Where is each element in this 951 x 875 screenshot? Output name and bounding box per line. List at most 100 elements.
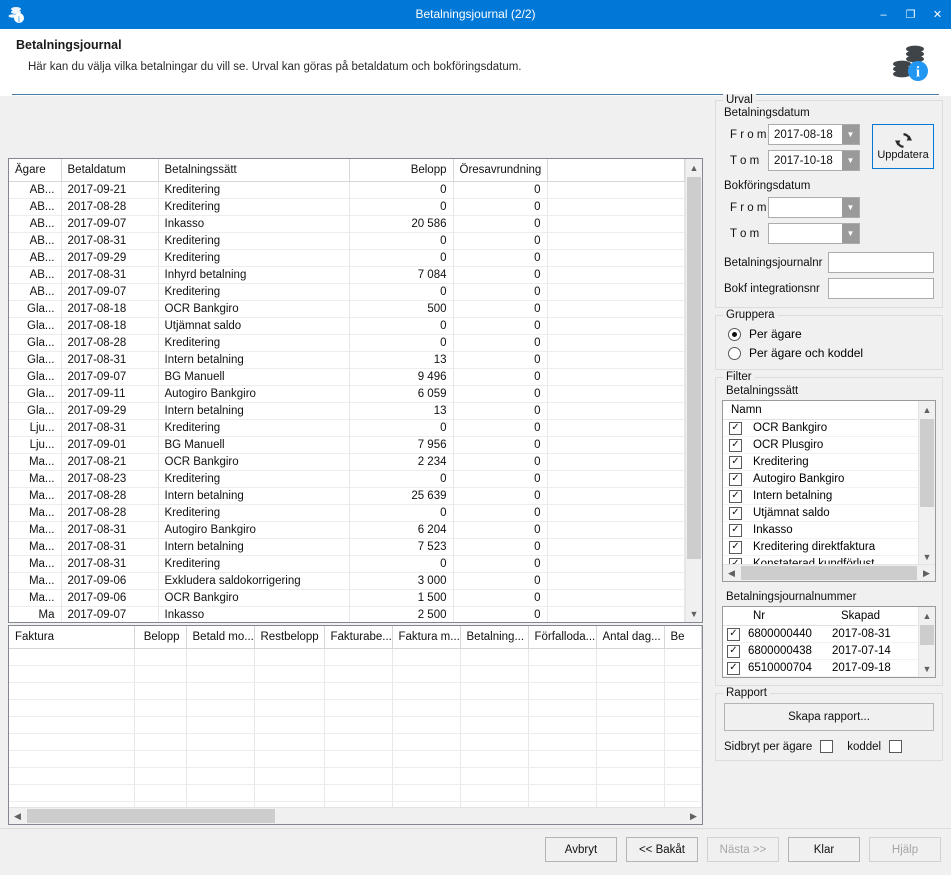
table-row[interactable]: Ma 2017-09-07 Inkasso 2 500 0 — [9, 606, 685, 622]
table-row[interactable]: Ma... 2017-08-28 Intern betalning 25 639 0 — [9, 487, 685, 505]
koddel-checkbox[interactable] — [889, 740, 903, 753]
detail-col-header[interactable]: Belopp — [134, 626, 187, 649]
table-row[interactable]: Ma... 2017-08-31 Autogiro Bankgiro 6 204 0 — [9, 521, 685, 539]
detail-col-header[interactable]: Restbelopp — [254, 626, 325, 649]
scroll-down-icon[interactable]: ▼ — [686, 605, 702, 622]
detail-col-header[interactable]: Förfalloda... — [528, 626, 597, 649]
betalningsdatum-from-combo[interactable]: 2017-08-18 ▼ — [768, 124, 860, 145]
checkbox[interactable]: ✓ — [729, 455, 742, 469]
scroll-right-icon[interactable]: ▶ — [918, 565, 935, 581]
table-row[interactable]: Gla... 2017-08-31 Intern betalning 13 0 — [9, 351, 685, 369]
close-button[interactable]: ✕ — [924, 0, 951, 29]
maximize-button[interactable]: ❐ — [897, 0, 924, 29]
integrationsnr-input[interactable] — [828, 278, 934, 299]
hscroll-thumb[interactable] — [27, 809, 275, 823]
detail-col-header[interactable]: Be — [664, 626, 702, 649]
checkbox[interactable]: ✓ — [727, 627, 740, 641]
scroll-up-icon[interactable]: ▲ — [919, 401, 935, 418]
betalningssatt-vscrollbar[interactable]: ▲ ▼ — [918, 401, 935, 565]
bokforingsdatum-from-combo[interactable]: ▼ — [768, 197, 860, 218]
checkbox[interactable]: ✓ — [729, 506, 742, 520]
list-item[interactable]: ✓ Kreditering direktfaktura — [723, 539, 918, 556]
chevron-down-icon[interactable]: ▼ — [842, 151, 859, 170]
scroll-right-icon[interactable]: ▶ — [685, 808, 702, 824]
chevron-down-icon[interactable]: ▼ — [842, 125, 859, 144]
col-agare[interactable]: Ägare — [9, 159, 62, 182]
table-row[interactable]: AB... 2017-08-31 Inhyrd betalning 7 084 0 — [9, 266, 685, 284]
betalningsdatum-tom-combo[interactable]: 2017-10-18 ▼ — [768, 150, 860, 171]
betalningssatt-hscrollbar[interactable]: ◀ ▶ — [723, 564, 935, 581]
table-row[interactable]: AB... 2017-08-31 Kreditering 0 0 — [9, 232, 685, 250]
list-item[interactable]: ✓ 6800000440 2017-08-31 — [723, 626, 918, 643]
list-item[interactable]: ✓ OCR Bankgiro — [723, 420, 918, 437]
footer-button-bakåt[interactable]: << Bakåt — [626, 837, 698, 862]
scroll-up-icon[interactable]: ▲ — [686, 159, 702, 176]
footer-button-avbryt[interactable]: Avbryt — [545, 837, 617, 862]
table-row[interactable]: Ma... 2017-09-06 OCR Bankgiro 1 500 0 — [9, 589, 685, 607]
table-row[interactable]: Ma... 2017-08-28 Kreditering 0 0 — [9, 504, 685, 522]
payments-grid-vscrollbar[interactable]: ▲ ▼ — [685, 159, 702, 622]
list-item[interactable]: ✓ OCR Plusgiro — [723, 437, 918, 454]
list-item[interactable]: ✓ Intern betalning — [723, 488, 918, 505]
betalningssatt-listbox[interactable]: Namn ✓ OCR Bankgiro ✓ OCR Plusgiro ✓ Krediter… — [722, 400, 936, 582]
table-row[interactable]: Lju... 2017-08-31 Kreditering 0 0 — [9, 419, 685, 437]
detail-col-header[interactable]: Faktura m... — [392, 626, 461, 649]
list-item[interactable]: ✓ Kreditering — [723, 454, 918, 471]
col-betaldatum[interactable]: Betaldatum — [61, 159, 159, 182]
col-skapad[interactable]: Skapad — [841, 610, 880, 622]
table-row[interactable]: Ma... 2017-08-21 OCR Bankgiro 2 234 0 — [9, 453, 685, 471]
chevron-down-icon[interactable]: ▼ — [842, 198, 859, 217]
list-item[interactable]: ✓ Inkasso — [723, 522, 918, 539]
table-row[interactable]: Gla... 2017-08-18 Utjämnat saldo 0 0 — [9, 317, 685, 335]
scroll-left-icon[interactable]: ◀ — [9, 808, 26, 824]
skapa-rapport-button[interactable]: Skapa rapport... — [724, 703, 934, 731]
detail-col-header[interactable]: Betalning... — [460, 626, 529, 649]
checkbox[interactable]: ✓ — [729, 472, 742, 486]
list-item[interactable]: ✓ Autogiro Bankgiro — [723, 471, 918, 488]
table-row[interactable]: Gla... 2017-08-18 OCR Bankgiro 500 0 — [9, 300, 685, 318]
scroll-down-icon[interactable]: ▼ — [919, 660, 935, 677]
sidbryt-per-agare-checkbox[interactable] — [820, 740, 834, 753]
betalningssatt-list-header[interactable]: Namn — [723, 401, 918, 420]
table-row[interactable]: Ma... 2017-08-31 Intern betalning 7 523 0 — [9, 538, 685, 556]
col-nr[interactable]: Nr — [753, 610, 841, 622]
table-row[interactable]: Ma... 2017-09-06 Exkludera saldokorrigerin… — [9, 572, 685, 590]
table-row[interactable]: AB... 2017-09-29 Kreditering 0 0 — [9, 249, 685, 267]
hscroll-thumb[interactable] — [741, 566, 917, 580]
checkbox[interactable]: ✓ — [727, 644, 740, 658]
table-row[interactable]: AB... 2017-08-28 Kreditering 0 0 — [9, 198, 685, 216]
radio-per-agare[interactable]: Per ägare — [728, 327, 934, 341]
journalnummer-listbox[interactable]: Nr Skapad ✓ 6800000440 2017-08-31 ✓ 68000004… — [722, 606, 936, 678]
payments-grid[interactable]: Ägare Betaldatum Betalningssätt Belopp Ö… — [8, 158, 703, 623]
table-row[interactable]: Gla... 2017-09-07 BG Manuell 9 496 0 — [9, 368, 685, 386]
vscroll-thumb[interactable] — [920, 419, 934, 507]
col-belopp[interactable]: Belopp — [349, 159, 454, 182]
table-row[interactable]: AB... 2017-09-21 Kreditering 0 0 — [9, 181, 685, 199]
footer-button-klar[interactable]: Klar — [788, 837, 860, 862]
uppdatera-button[interactable]: Uppdatera — [872, 124, 934, 169]
detail-col-header[interactable]: Fakturabe... — [324, 626, 393, 649]
bokforingsdatum-tom-combo[interactable]: ▼ — [768, 223, 860, 244]
vscroll-thumb[interactable] — [920, 625, 934, 645]
table-row[interactable]: Ma... 2017-08-31 Kreditering 0 0 — [9, 555, 685, 573]
table-row[interactable]: AB... 2017-09-07 Inkasso 20 586 0 — [9, 215, 685, 233]
journalnr-input[interactable] — [828, 252, 934, 273]
checkbox[interactable]: ✓ — [729, 438, 742, 452]
scroll-up-icon[interactable]: ▲ — [919, 607, 935, 624]
list-item[interactable]: ✓ 6510000704 2017-09-18 — [723, 660, 918, 677]
detail-col-header[interactable]: Faktura — [9, 626, 135, 649]
table-row[interactable]: Ma... 2017-08-23 Kreditering 0 0 — [9, 470, 685, 488]
checkbox[interactable]: ✓ — [729, 540, 742, 554]
table-row[interactable]: Gla... 2017-09-11 Autogiro Bankgiro 6 059 0 — [9, 385, 685, 403]
minimize-button[interactable]: – — [870, 0, 897, 29]
table-row[interactable]: Lju... 2017-09-01 BG Manuell 7 956 0 — [9, 436, 685, 454]
scroll-down-icon[interactable]: ▼ — [919, 548, 935, 565]
radio-per-agare-koddel[interactable]: Per ägare och koddel — [728, 346, 934, 360]
checkbox[interactable]: ✓ — [729, 489, 742, 503]
checkbox[interactable]: ✓ — [729, 421, 742, 435]
detail-grid-hscrollbar[interactable]: ◀ ▶ — [9, 807, 702, 824]
vscroll-thumb[interactable] — [687, 177, 701, 559]
table-row[interactable]: Gla... 2017-09-29 Intern betalning 13 0 — [9, 402, 685, 420]
col-oresavrundning[interactable]: Öresavrundning — [453, 159, 548, 182]
invoice-detail-grid[interactable]: Faktura Belopp Betald mo... Restbelopp Faktu… — [8, 625, 703, 825]
